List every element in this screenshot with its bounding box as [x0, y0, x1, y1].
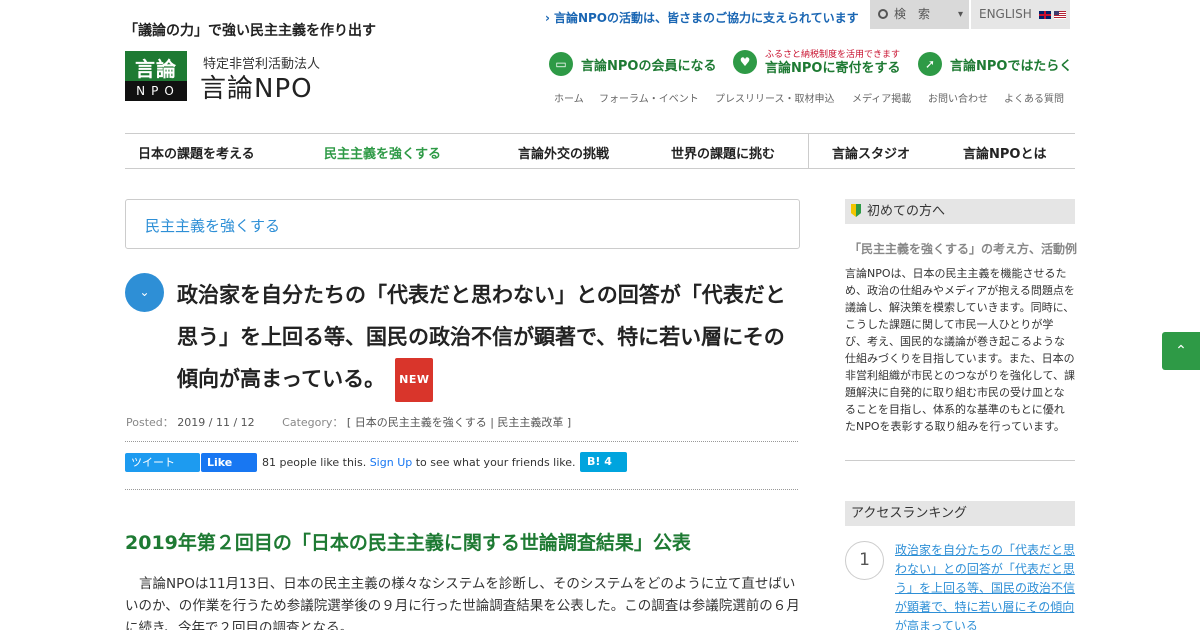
beginner-subheading: 「民主主義を強くする」の考え方、活動例 [849, 242, 1078, 256]
beginner-heading-label: 初めての方へ [867, 204, 946, 219]
article-meta: Posted： 2019 / 11 / 12 Category： [ 日本の民主… [126, 414, 571, 430]
chevron-up-icon: ⌃ [1175, 343, 1187, 359]
heart-icon: ♥ [733, 50, 757, 74]
subnav-faq[interactable]: よくある質問 [1004, 90, 1064, 105]
logo-mark-npo: NPO [125, 81, 187, 101]
facebook-like-button[interactable]: Like [201, 453, 257, 472]
subnav-contact[interactable]: お問い合わせ [928, 90, 988, 105]
posted-date: 2019 / 11 / 12 [177, 416, 255, 429]
donate-label: 言論NPOに寄付をする [765, 61, 901, 76]
search-label: 検 索 [894, 7, 931, 21]
card-icon: ▭ [549, 52, 573, 76]
tweet-label: ツイート [131, 456, 175, 469]
dotted-divider [125, 441, 798, 442]
chevron-down-icon: ⌄ [125, 273, 164, 312]
search-dropdown[interactable]: 検 索 ▾ [870, 0, 969, 29]
tweet-button[interactable]: ツイート [125, 453, 200, 472]
ranking-heading: アクセスランキング [845, 501, 1075, 526]
us-flag-icon [1053, 10, 1066, 19]
like-suffix-text: to see what your friends like. [415, 456, 576, 469]
subnav-press[interactable]: プレスリリース・取材申込 [715, 90, 835, 105]
subnav-media[interactable]: メディア掲載 [852, 90, 911, 105]
english-label: ENGLISH [979, 7, 1032, 21]
chevron-right-icon: › [545, 11, 550, 25]
beginner-text: 言論NPOは、日本の民主主義を機能させるため、政治の仕組みやメディアが抱える問題… [845, 267, 1076, 433]
like-label: Like [207, 456, 233, 469]
ranking-item-link[interactable]: 政治家を自分たちの「代表だと思わない」との回答が「代表だと思う」を上回る等、国民… [895, 541, 1077, 630]
back-to-top-button[interactable]: ⌃ [1162, 332, 1200, 370]
like-count-text: 81 people like this. [262, 456, 367, 469]
gnav-japan-issues[interactable]: 日本の課題を考える [138, 143, 255, 162]
beginner-mark-icon [851, 204, 861, 217]
gnav-about[interactable]: 言論NPOとは [963, 143, 1046, 162]
category-heading-box: 民主主義を強くする [125, 199, 800, 249]
global-nav: 日本の課題を考える 民主主義を強くする 言論外交の挑戦 世界の課題に挑む 言論ス… [125, 133, 1075, 169]
chevron-down-icon: ▾ [957, 9, 963, 20]
article-title: 政治家を自分たちの「代表だと思わない」との回答が「代表だと思う」を上回る等、国民… [177, 274, 797, 402]
search-icon [878, 9, 888, 19]
facebook-signup-link[interactable]: Sign Up [370, 456, 413, 469]
article-title-text: 政治家を自分たちの「代表だと思わない」との回答が「代表だと思う」を上回る等、国民… [177, 283, 786, 391]
become-member-label: 言論NPOの会員になる [581, 58, 717, 74]
subnav-forum-events[interactable]: フォーラム・イベント [599, 90, 699, 105]
gnav-democracy[interactable]: 民主主義を強くする [324, 143, 441, 162]
site-logo[interactable]: 言論 NPO [125, 51, 187, 101]
rank-number: 1 [845, 541, 884, 580]
english-link[interactable]: ENGLISH [971, 0, 1070, 29]
donate-button[interactable]: ♥ ふるさと納税制度を活用できます 言論NPOに寄付をする [733, 50, 901, 76]
hatena-label: B! [587, 455, 601, 468]
site-tagline: 「議論の力」で強い民主主義を作り出す [124, 23, 376, 39]
category-links[interactable]: [ 日本の民主主義を強くする | 民主主義改革 ] [347, 416, 571, 429]
beginner-heading[interactable]: 初めての方へ [845, 199, 1075, 224]
gnav-studio[interactable]: 言論スタジオ [832, 143, 910, 162]
category-heading[interactable]: 民主主義を強くする [145, 215, 280, 236]
uk-flag-icon [1038, 10, 1051, 19]
hatena-count: 4 [604, 455, 612, 468]
gnav-world-issues[interactable]: 世界の課題に挑む [671, 143, 775, 162]
ranking-heading-label: アクセスランキング [851, 506, 967, 521]
support-link[interactable]: › 言論NPOの活動は、皆さまのご協力に支えられています [545, 9, 859, 26]
sidebar-divider [845, 460, 1075, 461]
hatena-bookmark-button[interactable]: B! 4 [580, 452, 627, 472]
become-member-button[interactable]: ▭ 言論NPOの会員になる [549, 52, 716, 76]
work-with-us-label: 言論NPOではたらく [950, 58, 1073, 74]
subnav-home[interactable]: ホーム [554, 90, 584, 105]
runner-icon: ➚ [918, 52, 942, 76]
category-label: Category： [282, 416, 344, 429]
facebook-like-text: 81 people like this. Sign Up to see what… [262, 456, 576, 469]
support-link-label: 言論NPOの活動は、皆さまのご協力に支えられています [553, 11, 859, 25]
article-body: 言論NPOは11月13日、日本の民主主義の様々なシステムを診断し、そのシステムを… [125, 576, 800, 630]
work-with-us-button[interactable]: ➚ 言論NPOではたらく [918, 52, 1072, 76]
logo-name[interactable]: 言論NPO [200, 68, 313, 105]
dotted-divider [125, 489, 798, 490]
logo-mark-text: 言論 [135, 57, 177, 81]
new-badge: NEW [395, 358, 434, 402]
section-heading: 2019年第２回目の「日本の民主主義に関する世論調査結果」公表 [125, 532, 691, 554]
gnav-divider [808, 134, 809, 168]
gnav-diplomacy[interactable]: 言論外交の挑戦 [518, 143, 609, 162]
posted-label: Posted： [126, 416, 174, 429]
